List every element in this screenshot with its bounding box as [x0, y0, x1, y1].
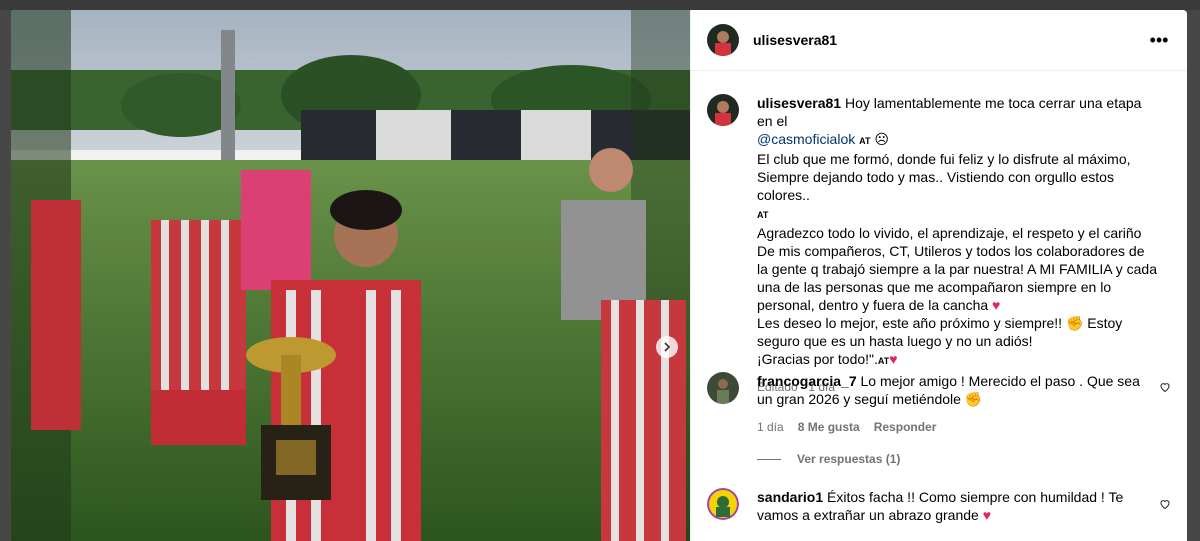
- caption-line: ¡Gracias por todo!".: [757, 351, 878, 367]
- comment-body: francogarcia_7 Lo mejor amigo ! Merecido…: [757, 372, 1142, 436]
- more-options-button[interactable]: •••: [1147, 28, 1171, 52]
- sad-face-emoji: ☹: [874, 131, 889, 147]
- commenter-avatar[interactable]: [707, 372, 739, 404]
- caption-text: ulisesvera81 Hoy lamentablemente me toca…: [757, 94, 1157, 396]
- comment-item: sandario1 Éxitos facha !! Como siempre c…: [707, 488, 1171, 524]
- comment-body: sandario1 Éxitos facha !! Como siempre c…: [757, 488, 1142, 524]
- caption-line: El club que me formó, donde fui feliz y …: [757, 151, 1131, 203]
- commenter-username[interactable]: francogarcia_7: [757, 373, 857, 389]
- post-caption: ulisesvera81 Hoy lamentablemente me toca…: [707, 94, 1171, 396]
- reply-button[interactable]: Responder: [874, 418, 937, 436]
- replies-divider: [757, 458, 781, 460]
- comment-actions: 1 día 8 Me gusta Responder: [757, 418, 1142, 436]
- more-options-icon: •••: [1149, 29, 1169, 50]
- chevron-right-icon: [664, 342, 671, 352]
- red-heart-emoji: ♥: [982, 507, 992, 523]
- flexed-biceps-emoji: ✊: [964, 391, 983, 407]
- heart-outline-icon[interactable]: [1159, 381, 1171, 393]
- at-label: AT: [859, 136, 871, 146]
- post-modal: ulisesvera81 ••• ulisesvera81 Hoy lament…: [11, 10, 1187, 541]
- club-mention-link[interactable]: @casmoficialok: [757, 131, 855, 147]
- view-replies-label: Ver respuestas (1): [797, 452, 901, 466]
- next-photo-button[interactable]: [656, 336, 678, 358]
- at-label: AT: [877, 356, 890, 366]
- author-avatar[interactable]: [707, 24, 739, 56]
- caption-username[interactable]: ulisesvera81: [757, 95, 841, 111]
- comment-item: francogarcia_7 Lo mejor amigo ! Merecido…: [707, 372, 1171, 436]
- post-photo-image: [11, 10, 690, 541]
- commenter-username[interactable]: sandario1: [757, 489, 823, 505]
- heart-outline-icon[interactable]: [1159, 498, 1171, 510]
- at-label: AT: [757, 210, 769, 220]
- post-header: ulisesvera81 •••: [691, 10, 1187, 71]
- red-heart-emoji: ♥: [889, 351, 898, 367]
- comment-likes[interactable]: 8 Me gusta: [798, 418, 860, 436]
- comment-time: 1 día: [757, 420, 784, 434]
- caption-line: Les deseo lo mejor, este año próximo y s…: [757, 315, 1063, 331]
- post-photo: [11, 10, 690, 541]
- commenter-avatar[interactable]: [707, 488, 739, 520]
- red-heart-emoji: ♥: [992, 297, 1001, 313]
- background-strip: [0, 0, 1200, 10]
- caption-line: Agradezco todo lo vivido, el aprendizaje…: [757, 225, 1157, 313]
- author-username[interactable]: ulisesvera81: [753, 32, 837, 48]
- caption-avatar[interactable]: [707, 94, 739, 126]
- flexed-biceps-emoji: ✊: [1065, 315, 1084, 331]
- post-sidebar: ulisesvera81 ••• ulisesvera81 Hoy lament…: [690, 10, 1187, 541]
- view-replies-button[interactable]: Ver respuestas (1): [757, 452, 900, 466]
